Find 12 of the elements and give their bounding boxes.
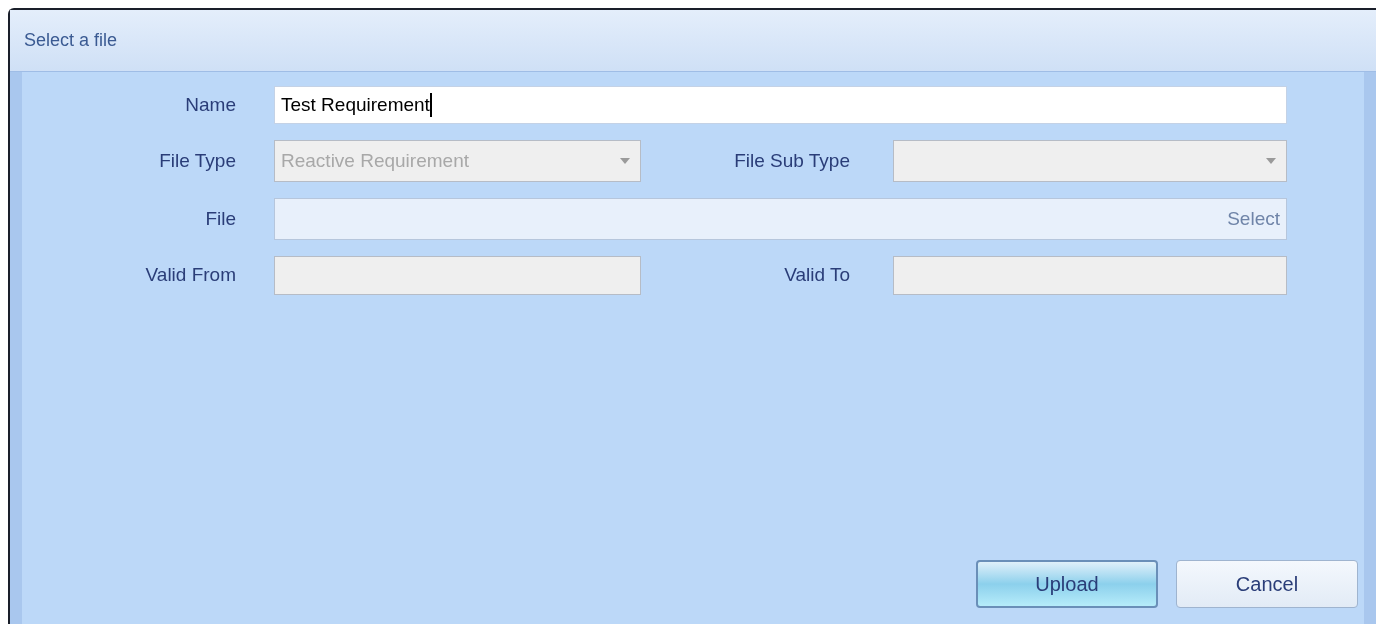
field-label: Name: [184, 92, 236, 117]
field-label: Valid From: [144, 263, 236, 288]
field-label: File Type: [158, 148, 236, 173]
input-field[interactable]: Test Requirement: [274, 86, 1287, 124]
caret-icon: [620, 158, 630, 164]
caret-icon: [1266, 158, 1276, 164]
field-label: File: [204, 206, 236, 231]
field-label: Valid To: [783, 263, 850, 288]
cancel-button[interactable]: Cancel: [1176, 560, 1358, 608]
upload-button[interactable]: Upload: [976, 560, 1158, 608]
window-title: Select a file: [24, 29, 118, 52]
field-label: File Sub Type: [733, 148, 850, 173]
